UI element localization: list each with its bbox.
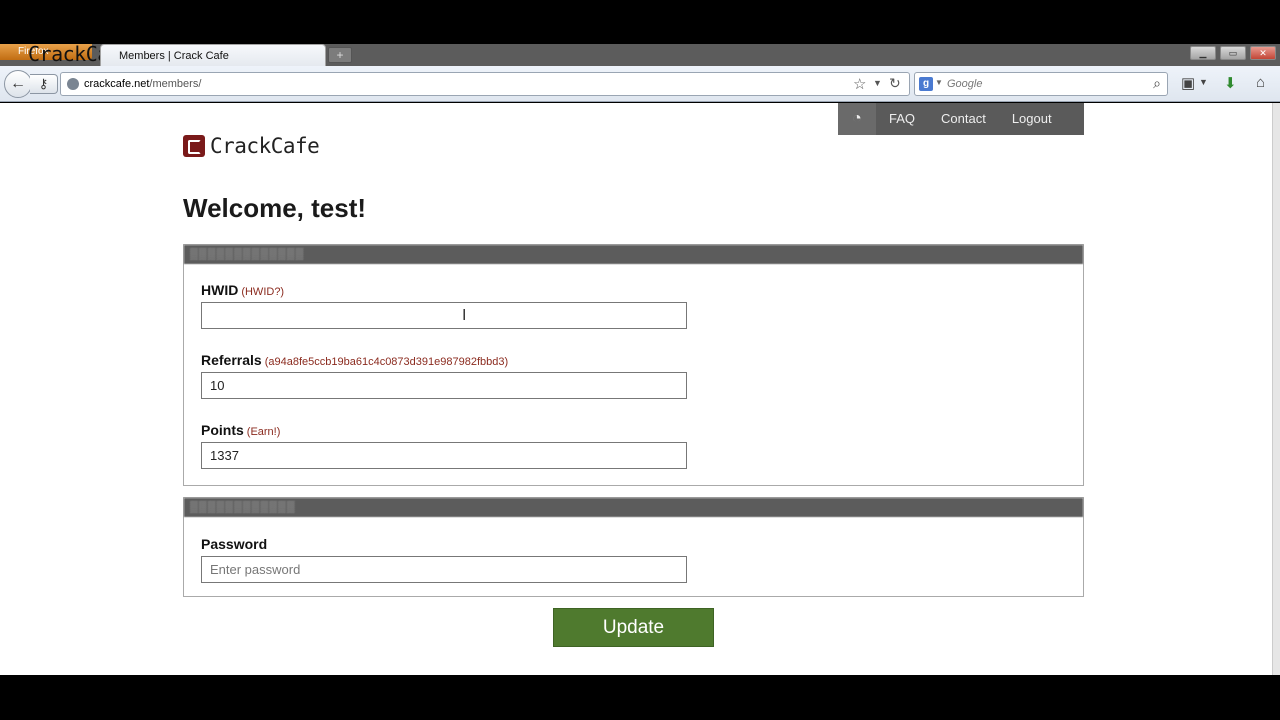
hwid-label: HWID: [201, 282, 239, 298]
tab-title: Members | Crack Cafe: [119, 50, 229, 62]
scrollbar[interactable]: [1272, 103, 1280, 675]
globe-icon: [67, 78, 79, 90]
web-page: ◔ FAQ Contact Logout CrackCafe Welcome, …: [0, 103, 1280, 675]
points-label: Points: [201, 422, 244, 438]
logo-mark-icon: [183, 135, 205, 157]
video-letterbox-bottom: [0, 675, 1280, 720]
url-text: crackcafe.net/members/: [84, 78, 201, 90]
addon-dropdown-icon[interactable]: ▼: [1199, 77, 1208, 87]
home-icon[interactable]: ⌂: [1256, 74, 1265, 91]
search-icon[interactable]: ⌕: [1153, 75, 1161, 92]
site-logo[interactable]: CrackCafe: [183, 134, 320, 158]
password-label: Password: [201, 536, 268, 552]
points-input[interactable]: [201, 442, 687, 469]
new-tab-button[interactable]: +: [328, 47, 352, 63]
browser-navbar: ← ⚷ crackcafe.net/members/ ☆ ▼ ↻ g ▼ Goo…: [0, 66, 1280, 102]
url-bar[interactable]: crackcafe.net/members/ ☆ ▼ ↻: [60, 72, 910, 96]
url-dropdown-icon[interactable]: ▼: [873, 78, 882, 88]
search-engine-dropdown-icon[interactable]: ▼: [935, 78, 943, 87]
addon-icon[interactable]: ▣: [1181, 74, 1195, 92]
minimize-button[interactable]: ▁: [1190, 46, 1216, 60]
password-panel: ▒▒▒▒▒▒▒▒▒▒▒▒ Password: [183, 497, 1084, 597]
maximize-button[interactable]: ▭: [1220, 46, 1246, 60]
search-bar[interactable]: g ▼ Google ⌕: [914, 72, 1168, 96]
search-placeholder: Google: [947, 78, 983, 90]
referrals-label-row: Referrals (a94a8fe5ccb19ba61c4c0873d391e9…: [201, 352, 508, 370]
password-panel-header: ▒▒▒▒▒▒▒▒▒▒▒▒: [184, 498, 1083, 517]
password-input[interactable]: [201, 556, 687, 583]
password-label-row: Password: [201, 536, 267, 554]
site-top-nav: ◔ FAQ Contact Logout: [838, 103, 1084, 135]
download-icon[interactable]: ⬇: [1224, 74, 1237, 92]
hwid-label-row: HWID (HWID?): [201, 282, 284, 300]
earn-points-link[interactable]: (Earn!): [247, 426, 281, 438]
reload-icon[interactable]: ↻: [889, 75, 901, 92]
key-icon: ⚷: [38, 76, 49, 91]
back-button[interactable]: ←: [4, 70, 32, 98]
browser-tab[interactable]: Members | Crack Cafe: [100, 44, 326, 66]
points-label-row: Points (Earn!): [201, 422, 280, 440]
account-panel: ▒▒▒▒▒▒▒▒▒▒▒▒▒ HWID (HWID?) Referrals (a94a…: [183, 244, 1084, 486]
google-icon[interactable]: g: [919, 77, 933, 91]
update-button[interactable]: Update: [553, 608, 714, 647]
bookmark-star-icon[interactable]: ☆: [853, 75, 866, 93]
video-letterbox-top: [0, 0, 1280, 44]
url-host: crackcafe.net: [84, 78, 150, 90]
rss-icon[interactable]: ◔: [838, 103, 876, 135]
logo-text: CrackCafe: [210, 134, 320, 158]
nav-logout[interactable]: Logout: [999, 103, 1065, 135]
referral-code-link[interactable]: (a94a8fe5ccb19ba61c4c0873d391e987982fbbd…: [265, 356, 508, 368]
referrals-input[interactable]: [201, 372, 687, 399]
referrals-label: Referrals: [201, 352, 262, 368]
close-window-button[interactable]: ✕: [1250, 46, 1276, 60]
account-panel-header: ▒▒▒▒▒▒▒▒▒▒▒▒▒: [184, 245, 1083, 264]
nav-faq[interactable]: FAQ: [876, 103, 928, 135]
page-title: Welcome, test!: [183, 193, 367, 223]
browser-titlebar: Firefox CrackCafe Members | Crack Cafe +…: [0, 42, 1280, 66]
hwid-help-link[interactable]: (HWID?): [241, 286, 284, 298]
hwid-input[interactable]: [201, 302, 687, 329]
forward-button[interactable]: ⚷: [30, 74, 58, 94]
url-path: /members/: [149, 78, 202, 90]
back-arrow-icon: ←: [10, 75, 26, 92]
nav-contact[interactable]: Contact: [928, 103, 999, 135]
text-cursor-icon: I: [462, 307, 467, 324]
